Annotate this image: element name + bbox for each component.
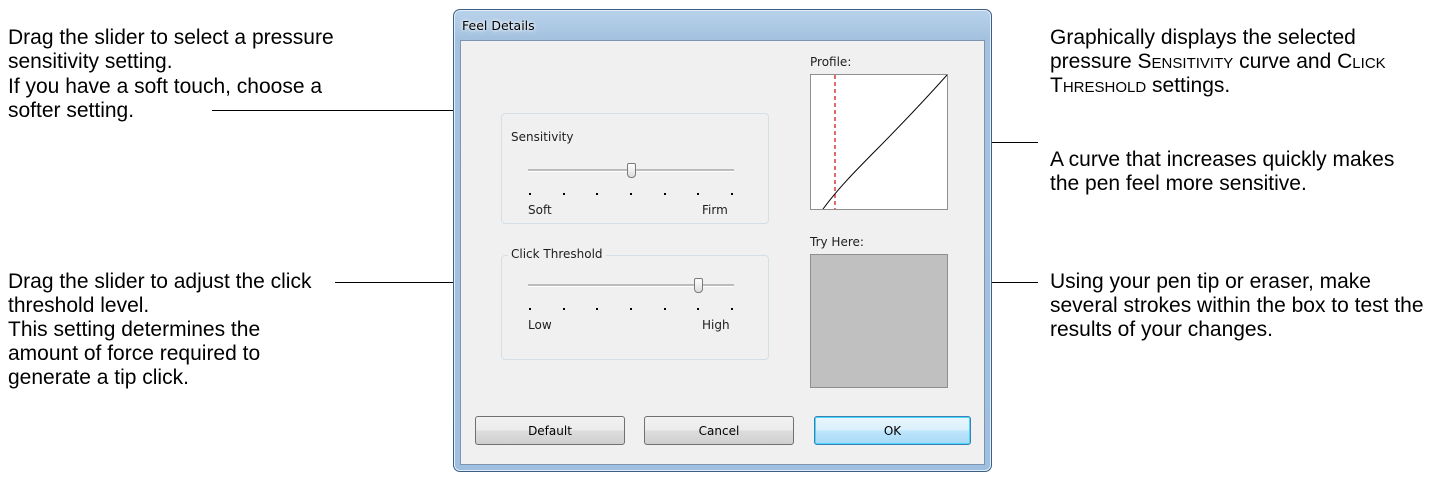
click-threshold-max-label: High xyxy=(702,318,730,332)
annotation-threshold-explanation: This setting determines the amount of fo… xyxy=(8,318,261,389)
click-threshold-slider-thumb[interactable] xyxy=(694,278,704,293)
sensitivity-group-label: Sensitivity xyxy=(511,130,574,144)
try-here-label: Try Here: xyxy=(810,235,864,249)
slider-tick xyxy=(630,308,632,310)
slider-tick xyxy=(529,308,531,310)
slider-tick xyxy=(697,308,700,310)
window-title: Feel Details xyxy=(462,18,535,33)
sensitivity-curve xyxy=(822,74,948,210)
annotation-threshold-instruction: Drag the slider to adjust the click thre… xyxy=(8,270,312,317)
try-here-drawing-area[interactable] xyxy=(810,254,948,388)
click-threshold-group-label: Click Threshold xyxy=(508,247,606,261)
sensitivity-slider-thumb[interactable] xyxy=(626,163,636,178)
ok-button[interactable]: OK xyxy=(814,416,971,445)
annotation-sensitivity-tip: If you have a soft touch, choose a softe… xyxy=(8,75,323,122)
title-bar[interactable]: Feel Details xyxy=(454,10,991,40)
profile-label: Profile: xyxy=(810,55,852,69)
slider-tick xyxy=(562,193,565,195)
profile-curve-chart xyxy=(822,74,948,210)
slider-tick xyxy=(529,193,531,195)
annotation-sensitivity-instruction: Drag the slider to select a pressure sen… xyxy=(8,26,334,73)
click-threshold-group: Click Threshold Low High xyxy=(501,247,769,360)
click-threshold-min-label: Low xyxy=(528,318,552,332)
pressure-profile-graph xyxy=(810,74,948,210)
default-button[interactable]: Default xyxy=(475,416,625,445)
slider-tick xyxy=(697,193,700,195)
slider-tick xyxy=(562,308,565,310)
feel-details-dialog: Feel Details Sensitivity Soft Firm Click… xyxy=(453,9,992,472)
annotation-text: settings. xyxy=(1146,74,1231,97)
dialog-body: Sensitivity Soft Firm Click Threshold Lo… xyxy=(460,40,985,465)
annotation-text: curve and xyxy=(1233,50,1338,73)
annotation-try-here-instruction: Using your pen tip or eraser, make sever… xyxy=(1050,270,1424,341)
sensitivity-min-label: Soft xyxy=(528,203,552,217)
sensitivity-max-label: Firm xyxy=(702,203,728,217)
sensitivity-group: Sensitivity Soft Firm xyxy=(501,113,769,224)
click-threshold-slider-track[interactable] xyxy=(528,284,734,287)
slider-tick xyxy=(596,308,599,310)
annotation-profile-curve-tip: A curve that increases quickly makes the… xyxy=(1050,148,1395,195)
annotation-profile-description: Graphically displays the selected pressu… xyxy=(1050,26,1410,98)
annotation-term-sensitivity: Sensitivity xyxy=(1137,50,1234,73)
slider-tick xyxy=(630,193,632,195)
slider-tick xyxy=(663,193,666,195)
slider-tick xyxy=(663,308,666,310)
cancel-button[interactable]: Cancel xyxy=(644,416,794,445)
slider-tick xyxy=(596,193,599,195)
slider-tick xyxy=(731,308,733,310)
slider-tick xyxy=(731,193,733,195)
